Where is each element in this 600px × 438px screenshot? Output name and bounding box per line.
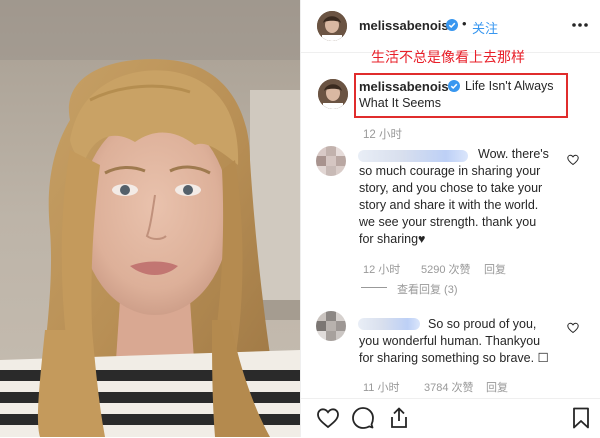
comment-avatar[interactable] <box>316 311 346 341</box>
heart-icon[interactable] <box>567 322 579 334</box>
comment-text-line: so much courage in sharing your <box>359 164 541 178</box>
bookmark-icon[interactable] <box>569 406 593 430</box>
comment-timestamp[interactable]: 11 小时 <box>363 379 399 395</box>
post-video[interactable] <box>0 0 300 437</box>
comment-text-line: story and share it with the world. <box>359 198 539 212</box>
post-panel: melissabenoist • 关注 生活不总是像看上去那样 melissab… <box>300 0 600 437</box>
comment-reply-button[interactable]: 回复 <box>484 261 506 277</box>
author-avatar[interactable] <box>317 11 347 41</box>
more-options-icon[interactable] <box>569 15 591 35</box>
avatar-pixelated <box>316 311 346 341</box>
separator-dot: • <box>462 16 467 31</box>
comment-username-blurred[interactable] <box>358 150 468 162</box>
comment-icon[interactable] <box>351 406 375 430</box>
comment-text-line: for sharing something so brave. ☐ <box>359 351 549 365</box>
caption-text-line2: What It Seems <box>359 96 441 110</box>
comment-text-line: Wow. there's <box>478 147 549 161</box>
view-replies-button[interactable]: 查看回复 (3) <box>397 281 458 297</box>
post-header: melissabenoist • 关注 <box>301 0 600 53</box>
heart-icon[interactable] <box>567 154 579 166</box>
verified-badge-icon <box>448 80 460 92</box>
caption-username[interactable]: melissabenoist <box>359 79 453 94</box>
avatar-image <box>317 11 347 41</box>
comment-like-count[interactable]: 5290 次赞 <box>421 261 471 277</box>
view-replies-line <box>361 287 387 288</box>
heart-icon[interactable] <box>316 406 340 430</box>
comment-like-count[interactable]: 3784 次赞 <box>424 379 474 395</box>
share-icon[interactable] <box>387 406 411 430</box>
caption-author-avatar[interactable] <box>318 79 348 109</box>
comment-text-line: story, and you chose to take your <box>359 181 543 195</box>
comment-avatar[interactable] <box>316 146 346 176</box>
author-username[interactable]: melissabenoist <box>359 18 453 33</box>
comment-timestamp[interactable]: 12 小时 <box>363 261 400 277</box>
comment-text-line: for sharing♥ <box>359 232 426 246</box>
annotation-text: 生活不总是像看上去那样 <box>371 49 525 65</box>
comment-username-blurred[interactable] <box>358 318 420 330</box>
avatar-pixelated <box>316 146 346 176</box>
screenshot: melissabenoist • 关注 生活不总是像看上去那样 melissab… <box>0 0 600 437</box>
follow-button[interactable]: 关注 <box>472 18 498 37</box>
caption-text-line1: Life Isn't Always <box>465 79 554 93</box>
comment-text-line: you wonderful human. Thankyou <box>359 334 541 348</box>
comment-text-line: we see your strength. thank you <box>359 215 537 229</box>
verified-badge-icon <box>446 19 458 31</box>
comment-reply-button[interactable]: 回复 <box>486 379 508 395</box>
comment-text-line: So so proud of you, <box>428 317 537 331</box>
avatar-image <box>318 79 348 109</box>
video-frame <box>0 0 300 437</box>
caption-timestamp[interactable]: 12 小时 <box>363 126 402 142</box>
post-action-bar <box>301 398 600 438</box>
